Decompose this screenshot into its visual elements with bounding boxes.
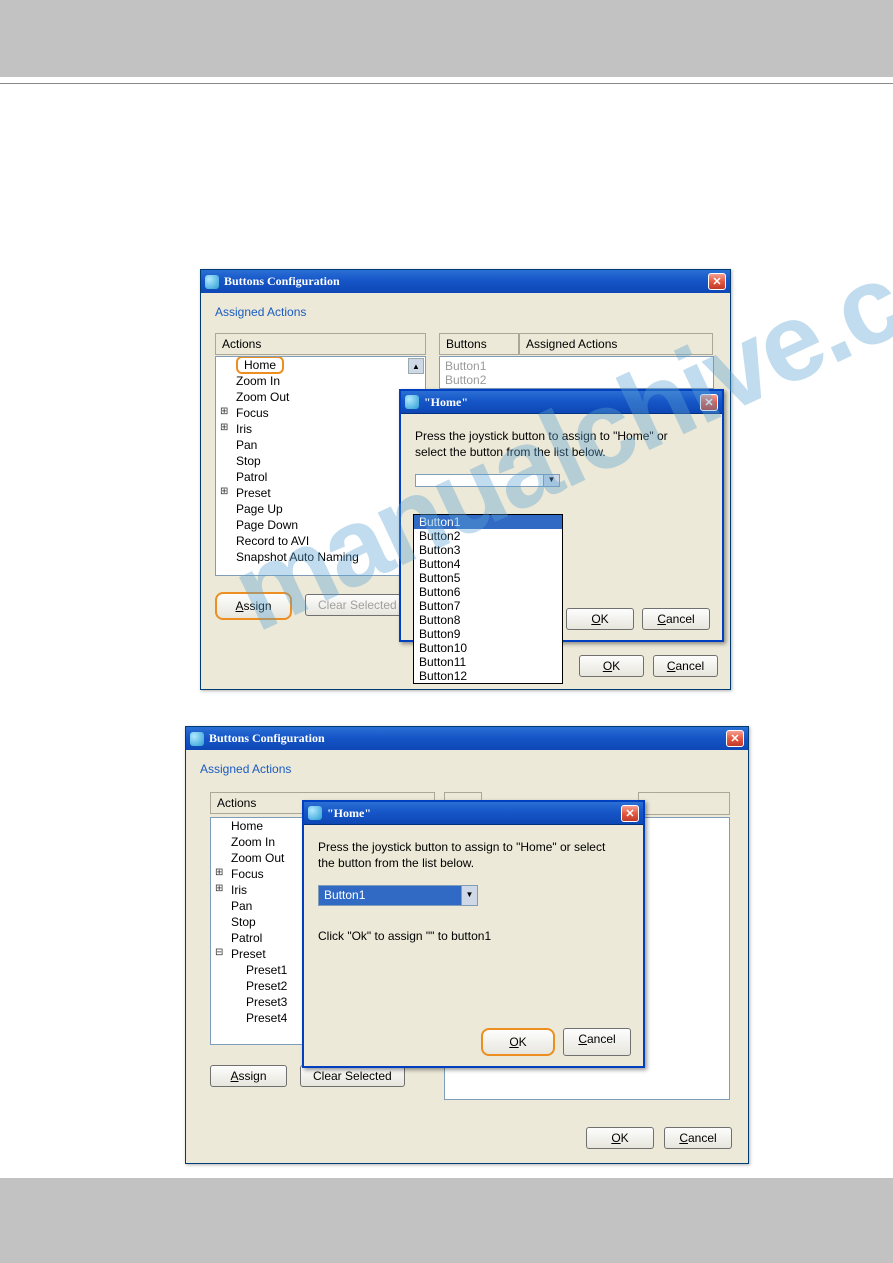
tree-item[interactable]: Page Down (216, 517, 425, 533)
titlebar[interactable]: "Home" ✕ (401, 391, 722, 414)
dropdown-option[interactable]: Button7 (414, 599, 562, 613)
popup-title: "Home" (424, 395, 700, 410)
actions-tree[interactable]: ▲ Home Zoom In Zoom Out Focus Iris Pan S… (215, 356, 426, 576)
assign-button[interactable]: Assign (215, 592, 292, 620)
tree-item[interactable]: Page Up (216, 501, 425, 517)
ok-button[interactable]: OK (586, 1127, 654, 1149)
assigned-actions-header[interactable]: Assigned Actions (519, 333, 713, 355)
tree-item[interactable]: Zoom In (216, 373, 425, 389)
dropdown-option[interactable]: Button4 (414, 557, 562, 571)
app-icon (190, 732, 204, 746)
actions-header[interactable]: Actions (215, 333, 426, 355)
tree-item[interactable]: Focus (216, 405, 425, 421)
dropdown-option[interactable]: Button1 (414, 515, 562, 529)
dropdown-option[interactable]: Button11 (414, 655, 562, 669)
titlebar[interactable]: Buttons Configuration ✕ (186, 727, 748, 750)
tree-item[interactable]: Record to AVI (216, 533, 425, 549)
app-icon (405, 395, 419, 409)
button-dropdown[interactable]: Button1 Button2 Button3 Button4 Button5 … (413, 514, 563, 684)
ok-button[interactable]: OK (579, 655, 644, 677)
dropdown-option[interactable]: Button10 (414, 641, 562, 655)
popup-message: Press the joystick button to assign to "… (415, 428, 695, 460)
list-item[interactable]: Button1 (445, 359, 708, 373)
buttons-header[interactable]: Buttons (439, 333, 519, 355)
window-title: Buttons Configuration (224, 274, 708, 289)
assign-home-popup-2: "Home" ✕ Press the joystick button to as… (302, 800, 645, 1068)
cancel-button[interactable]: Cancel (664, 1127, 732, 1149)
tree-item[interactable]: Zoom Out (216, 389, 425, 405)
dropdown-option[interactable]: Button9 (414, 627, 562, 641)
popup-title: "Home" (327, 806, 621, 821)
close-icon[interactable]: ✕ (700, 394, 718, 411)
group-label: Assigned Actions (200, 762, 748, 776)
app-icon (308, 806, 322, 820)
dropdown-option[interactable]: Button2 (414, 529, 562, 543)
cancel-button[interactable]: Cancel (642, 608, 710, 630)
titlebar[interactable]: "Home" ✕ (304, 802, 643, 825)
clear-selected-button[interactable]: Clear Selected (300, 1065, 405, 1087)
titlebar[interactable]: Buttons Configuration ✕ (201, 270, 730, 293)
tree-item-home[interactable]: Home (216, 357, 425, 373)
tree-item[interactable]: Iris (216, 421, 425, 437)
clear-selected-button: Clear Selected (305, 594, 410, 616)
selected-value: Button1 (319, 886, 461, 904)
ok-button[interactable]: OK (481, 1028, 555, 1056)
hidden-header (638, 792, 730, 815)
assign-button[interactable]: Assign (210, 1065, 287, 1087)
cancel-button[interactable]: Cancel (653, 655, 718, 677)
button-select[interactable]: ▼ (415, 474, 560, 487)
dropdown-option[interactable]: Button5 (414, 571, 562, 585)
app-icon (205, 275, 219, 289)
tree-item[interactable]: Snapshot Auto Naming (216, 549, 425, 565)
cancel-button[interactable]: Cancel (563, 1028, 631, 1056)
close-icon[interactable]: ✕ (621, 805, 639, 822)
tree-item[interactable]: Pan (216, 437, 425, 453)
dropdown-option[interactable]: Button8 (414, 613, 562, 627)
chevron-down-icon[interactable]: ▼ (543, 475, 559, 486)
divider (0, 83, 893, 84)
top-gray-bar (0, 0, 893, 77)
close-icon[interactable]: ✕ (708, 273, 726, 290)
group-label: Assigned Actions (215, 305, 730, 319)
chevron-down-icon[interactable]: ▼ (461, 886, 477, 904)
tree-item[interactable]: Stop (216, 453, 425, 469)
buttons-list[interactable]: Button1 Button2 (439, 356, 714, 389)
button-select[interactable]: Button1 ▼ (318, 885, 478, 905)
window-title: Buttons Configuration (209, 731, 726, 746)
list-item[interactable]: Button2 (445, 373, 708, 387)
confirm-text: Click "Ok" to assign "" to button1 (318, 928, 629, 944)
popup-message: Press the joystick button to assign to "… (318, 839, 618, 871)
tree-item[interactable]: Patrol (216, 469, 425, 485)
ok-button[interactable]: OK (566, 608, 634, 630)
close-icon[interactable]: ✕ (726, 730, 744, 747)
dropdown-option[interactable]: Button3 (414, 543, 562, 557)
dropdown-option[interactable]: Button6 (414, 585, 562, 599)
tree-item[interactable]: Preset (216, 485, 425, 501)
dropdown-option[interactable]: Button12 (414, 669, 562, 683)
bottom-gray-bar (0, 1178, 893, 1263)
